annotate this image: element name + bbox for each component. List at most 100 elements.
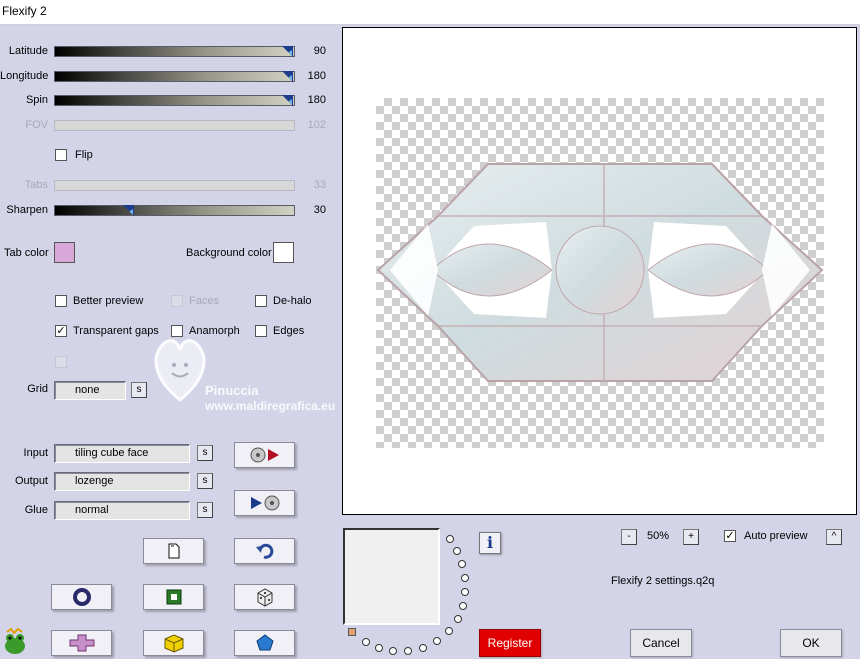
auto-preview-checkbox[interactable]: ✓ xyxy=(724,530,736,542)
cube-button[interactable] xyxy=(143,630,204,656)
spin-label: Spin xyxy=(25,94,48,106)
de-halo-checkbox[interactable] xyxy=(255,295,267,307)
orbit-dot xyxy=(461,574,469,582)
preview-edge-strip xyxy=(850,27,860,517)
de-halo-label: De-halo xyxy=(273,295,312,307)
frog-logo-icon xyxy=(5,628,25,654)
input-select[interactable]: tiling cube face xyxy=(54,444,190,463)
orbit-dot xyxy=(419,644,427,652)
transparent-gaps-checkbox[interactable]: ✓ xyxy=(55,325,67,337)
undo-button[interactable] xyxy=(234,538,295,564)
background-color-label: Background color xyxy=(186,247,272,259)
info-button[interactable]: i xyxy=(479,532,501,554)
pentagon-button[interactable] xyxy=(234,630,295,656)
grid-s-button[interactable]: s xyxy=(131,382,147,398)
register-button[interactable]: Register xyxy=(479,629,541,657)
spin-slider[interactable] xyxy=(54,95,295,106)
thumbnail-handle[interactable] xyxy=(348,628,356,636)
tabs-value: 33 xyxy=(313,179,326,191)
edges-label: Edges xyxy=(273,325,305,337)
preview-image xyxy=(376,163,824,382)
check-mark-icon: ✓ xyxy=(725,530,735,542)
output-label: Output xyxy=(14,475,48,487)
latitude-slider[interactable] xyxy=(54,46,295,57)
orbit-dot xyxy=(453,547,461,555)
latitude-value: 90 xyxy=(313,45,326,57)
grid-label: Grid xyxy=(27,383,48,395)
preview-checkerboard xyxy=(376,98,824,448)
import-button[interactable] xyxy=(234,442,295,468)
tabs-label: Tabs xyxy=(24,179,48,191)
export-button[interactable] xyxy=(234,490,295,516)
longitude-slider[interactable] xyxy=(54,71,295,82)
zoom-in-button[interactable]: + xyxy=(683,529,699,545)
faces-checkbox xyxy=(171,295,183,307)
auto-preview-label: Auto preview xyxy=(744,530,808,542)
spin-thumb[interactable] xyxy=(282,95,293,106)
glue-s-button[interactable]: s xyxy=(197,502,213,518)
sharpen-thumb[interactable] xyxy=(123,205,134,216)
orbit-dot xyxy=(458,560,466,568)
output-value: lozenge xyxy=(75,475,114,487)
orbit-dot xyxy=(454,615,462,623)
ring-icon xyxy=(72,588,91,606)
orbit-dot xyxy=(404,647,412,655)
watermark-name: Pinuccia xyxy=(205,383,259,398)
longitude-label: Longitude xyxy=(0,70,49,82)
tabs-slider xyxy=(54,180,295,191)
tab-color-swatch[interactable] xyxy=(54,242,75,263)
dice-button[interactable] xyxy=(234,584,295,610)
yellow-cube-icon xyxy=(164,634,183,653)
import-disc-icon xyxy=(250,447,279,463)
ring-button[interactable] xyxy=(51,584,112,610)
sharpen-slider[interactable] xyxy=(54,205,295,216)
square-button[interactable] xyxy=(143,584,204,610)
orbit-dot xyxy=(433,637,441,645)
latitude-thumb[interactable] xyxy=(282,46,293,57)
better-preview-label: Better preview xyxy=(73,295,144,307)
ok-button[interactable]: OK xyxy=(780,629,842,657)
preview-pane[interactable] xyxy=(342,27,857,515)
grid-select[interactable]: none xyxy=(54,381,126,400)
heart-watermark-icon xyxy=(154,339,206,402)
background-color-swatch[interactable] xyxy=(273,242,294,263)
orbit-dot xyxy=(459,602,467,610)
fov-slider xyxy=(54,120,295,131)
glue-select[interactable]: normal xyxy=(54,501,190,520)
transparent-gaps-label: Transparent gaps xyxy=(73,325,159,337)
edges-checkbox[interactable] xyxy=(255,325,267,337)
output-select[interactable]: lozenge xyxy=(54,472,190,491)
glue-value: normal xyxy=(75,504,109,516)
thumbnail-preview[interactable] xyxy=(343,528,440,625)
flip-label: Flip xyxy=(75,149,93,161)
cancel-button[interactable]: Cancel xyxy=(630,629,692,657)
glue-label: Glue xyxy=(24,504,48,516)
orbit-dot xyxy=(389,647,397,655)
plus-shape-icon xyxy=(69,634,94,652)
output-s-button[interactable]: s xyxy=(197,473,213,489)
pentagon-icon xyxy=(255,634,274,651)
window-title: Flexify 2 xyxy=(2,4,47,18)
tab-color-label: Tab color xyxy=(4,247,49,259)
fov-label: FOV xyxy=(25,119,48,131)
orbit-dot xyxy=(362,638,370,646)
zoom-out-button[interactable]: - xyxy=(621,529,637,545)
input-value: tiling cube face xyxy=(75,447,149,459)
orbit-dot xyxy=(445,627,453,635)
plus-shape-button[interactable] xyxy=(51,630,112,656)
spin-value: 180 xyxy=(307,94,326,106)
title-bar: Flexify 2 xyxy=(0,0,860,25)
orbit-dot xyxy=(461,588,469,596)
flip-checkbox[interactable] xyxy=(55,149,67,161)
grid-value: none xyxy=(75,384,100,396)
new-button[interactable] xyxy=(143,538,204,564)
collapse-button[interactable]: ^ xyxy=(826,529,842,545)
hidden-option-checkbox xyxy=(55,356,67,368)
green-square-icon xyxy=(166,589,181,605)
input-s-button[interactable]: s xyxy=(197,445,213,461)
longitude-thumb[interactable] xyxy=(282,71,293,82)
latitude-label: Latitude xyxy=(8,45,48,57)
input-label: Input xyxy=(23,447,48,459)
better-preview-checkbox[interactable] xyxy=(55,295,67,307)
longitude-value: 180 xyxy=(307,70,326,82)
